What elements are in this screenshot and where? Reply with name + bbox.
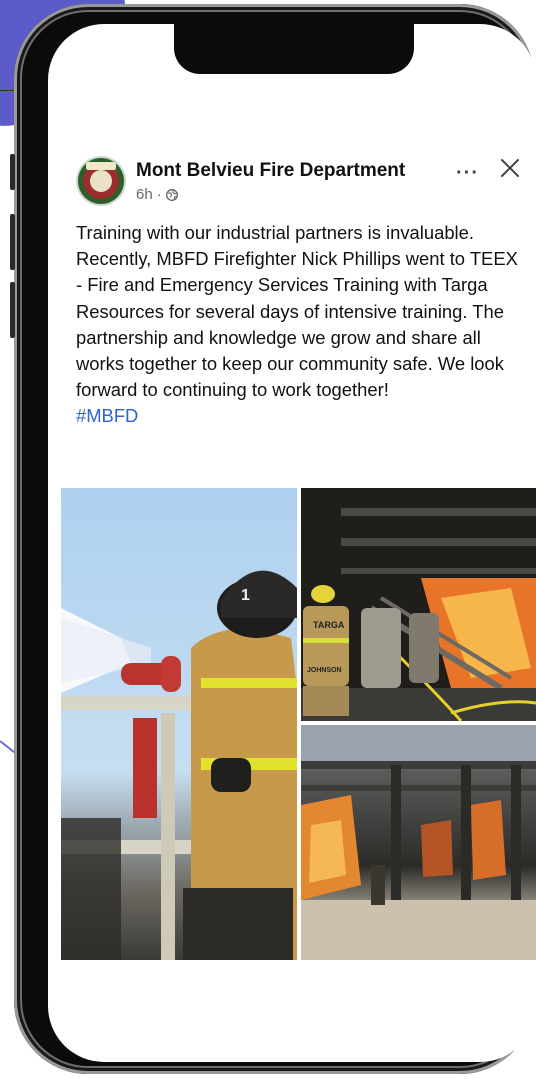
post-body: Training with our industrial partners is… — [76, 220, 526, 430]
mute-switch — [10, 154, 15, 190]
hashtag-link[interactable]: #MBFD — [76, 403, 526, 429]
post-meta: 6h · — [136, 186, 178, 203]
photo-industrial-fire[interactable] — [301, 725, 536, 960]
facebook-post: Mont Belvieu Fire Department 6h · ··· Tr… — [48, 148, 536, 960]
page-avatar[interactable] — [78, 158, 124, 204]
more-horizontal-icon[interactable]: ··· — [456, 162, 479, 185]
coat-label-2: JOHNSON — [307, 667, 342, 674]
phone-screen: Mont Belvieu Fire Department 6h · ··· Tr… — [48, 24, 536, 1062]
page-name[interactable]: Mont Belvieu Fire Department — [136, 160, 405, 182]
post-time[interactable]: 6h — [136, 186, 153, 203]
phone-notch — [174, 24, 414, 74]
coat-label-1: TARGA — [313, 620, 345, 630]
volume-down-button — [10, 282, 15, 338]
post-body-text: Training with our industrial partners is… — [76, 222, 518, 401]
photo-firefighter-hydrant[interactable]: 1 — [61, 488, 297, 960]
volume-up-button — [10, 214, 15, 270]
post-header: Mont Belvieu Fire Department 6h · ··· — [48, 148, 536, 216]
close-icon[interactable] — [498, 156, 522, 180]
phone-frame: Mont Belvieu Fire Department 6h · ··· Tr… — [10, 4, 536, 1074]
globe-icon — [165, 188, 178, 201]
helmet-number: 1 — [241, 587, 250, 604]
meta-separator: · — [156, 186, 162, 203]
photo-firefighters-structure[interactable]: TARGA JOHNSON — [301, 488, 536, 721]
photo-gallery: 1 TARGA JOHNSON — [61, 488, 536, 960]
